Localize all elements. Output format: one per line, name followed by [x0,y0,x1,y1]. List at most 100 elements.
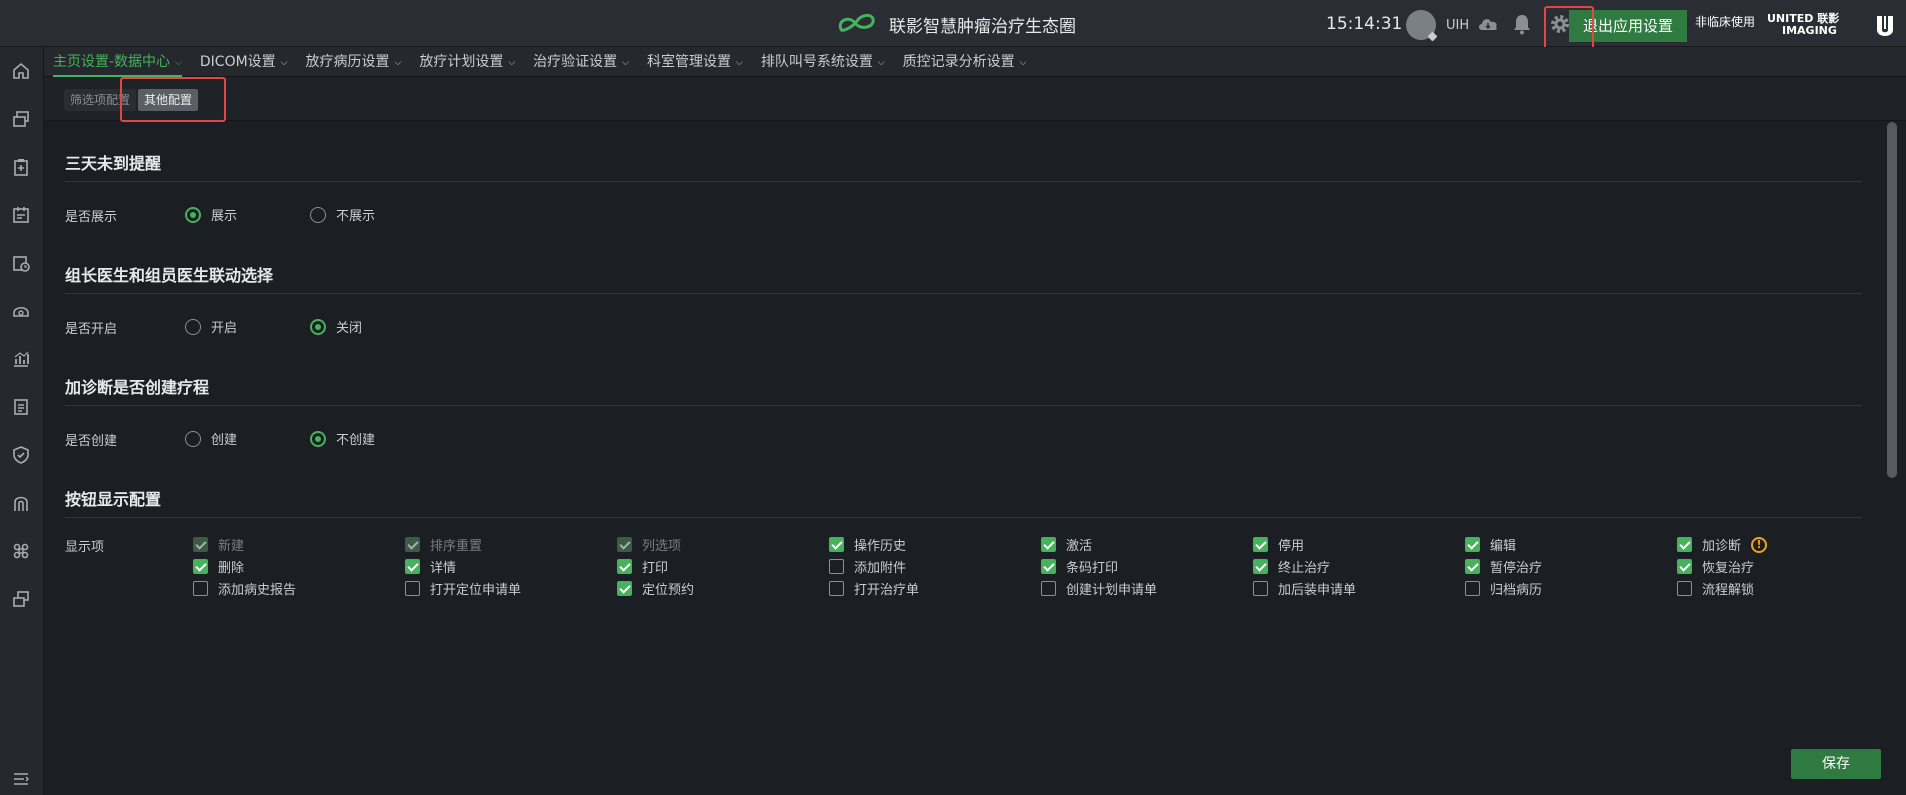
left-sidebar [0,47,44,795]
checkbox-item[interactable]: 打开治疗单 [829,579,919,598]
tab-treatment-plan[interactable]: 放疗计划设置 ⌵ [410,47,524,77]
checkbox-item[interactable]: 详情 [405,557,456,576]
checkbox-item[interactable]: 暂停治疗 [1465,557,1542,576]
checkbox-label: 激活 [1066,539,1093,554]
checkbox-box [1465,537,1480,552]
checkbox-item[interactable]: 操作历史 [829,535,906,554]
radio-show[interactable]: 展示 [185,205,237,224]
checkbox-label: 打开治疗单 [854,583,920,598]
radio-hide[interactable]: 不展示 [310,205,375,224]
checkbox-box [1677,537,1692,552]
checkbox-item[interactable]: 加后装申请单 [1253,579,1356,598]
vendor-logo: UNITED 联影 IMAGING [1767,13,1895,39]
checkbox-box [1465,581,1480,596]
schedule-icon[interactable] [11,253,31,273]
checkbox-label: 创建计划申请单 [1066,583,1158,598]
checkbox-box [1253,581,1268,596]
cloud-icon[interactable] [1477,15,1499,33]
checkbox-item[interactable]: 删除 [193,557,244,576]
checkbox-label: 打开定位申请单 [430,583,522,598]
report-icon[interactable] [11,397,31,417]
checkbox-label: 排序重置 [430,539,483,554]
checkbox-box [405,537,420,552]
checkbox-item[interactable]: 归档病历 [1465,579,1542,598]
field-label-show: 是否展示 [65,210,118,225]
checkbox-item[interactable]: 加诊断! [1677,535,1768,554]
checkbox-label: 新建 [218,539,245,554]
checkbox-item[interactable]: 恢复治疗 [1677,557,1754,576]
checkbox-label: 打印 [642,561,669,576]
checkbox-item[interactable]: 流程解锁 [1677,579,1754,598]
command-icon[interactable] [11,541,31,561]
checkbox-box [617,559,632,574]
tab-queue-system[interactable]: 排队叫号系统设置 ⌵ [752,47,894,77]
linac-icon[interactable] [11,493,31,513]
checkbox-box [193,559,208,574]
chevron-down-icon: ⌵ [175,58,182,68]
divider [65,517,1862,518]
radio-create[interactable]: 创建 [185,429,237,448]
vendor-mark-icon [1877,16,1893,36]
tab-department[interactable]: 科室管理设置 ⌵ [638,47,752,77]
home-icon[interactable] [11,61,31,81]
checkbox-label: 归档病历 [1490,583,1543,598]
tab-qc-analysis[interactable]: 质控记录分析设置 ⌵ [894,47,1036,77]
checkbox-label: 加诊断 [1702,539,1742,554]
checkbox-item[interactable]: 激活 [1041,535,1092,554]
checkbox-box [405,559,420,574]
checkbox-box [1041,537,1056,552]
analytics-icon[interactable] [11,349,31,369]
copy-icon[interactable] [11,109,31,129]
checkbox-item[interactable]: 编辑 [1465,535,1516,554]
checkbox-box [1041,559,1056,574]
chevron-down-icon: ⌵ [877,58,885,68]
checkbox-item[interactable]: 添加病史报告 [193,579,296,598]
section-title-buttons: 按钮显示配置 [65,490,162,509]
menu-expand-icon[interactable] [11,769,31,789]
divider [65,293,1862,294]
checkbox-label: 恢复治疗 [1702,561,1755,576]
save-button[interactable]: 保存 [1791,749,1881,779]
checkbox-box [405,581,420,596]
windows-icon[interactable] [11,589,31,609]
bell-icon[interactable] [1512,13,1532,35]
chevron-down-icon: ⌵ [622,58,629,68]
avatar-menu-indicator-icon [1427,31,1438,42]
warning-icon[interactable]: ! [1751,536,1768,553]
checkbox-label: 添加病史报告 [218,583,297,598]
tab-medical-record[interactable]: 放疗病历设置 ⌵ [297,47,411,77]
medical-kit-icon[interactable] [11,157,31,177]
checkbox-item[interactable]: 定位预约 [617,579,694,598]
checkbox-item[interactable]: 创建计划申请单 [1041,579,1157,598]
scrollbar-thumb[interactable] [1887,122,1897,478]
field-label-display-items: 显示项 [65,540,105,555]
settings-nav: 主页设置-数据中心 ⌵ DICOM设置 ⌵ 放疗病历设置 ⌵ 放疗计划设置 ⌵ 治疗验证… [44,47,1906,77]
checkbox-item[interactable]: 条码打印 [1041,557,1118,576]
checkbox-item[interactable]: 打开定位申请单 [405,579,521,598]
calendar-icon[interactable] [11,205,31,225]
checkbox-box [1677,581,1692,596]
chevron-down-icon: ⌵ [736,58,743,68]
tab-treatment-verification[interactable]: 治疗验证设置 ⌵ [524,47,638,77]
checkbox-box [1253,559,1268,574]
radio-enable[interactable]: 开启 [185,317,237,336]
helmet-icon[interactable] [11,301,31,321]
tab-dicom[interactable]: DICOM设置 ⌵ [191,47,297,77]
checkbox-item: 新建 [193,535,244,554]
checkbox-box [1041,581,1056,596]
checkbox-label: 条码打印 [1066,561,1119,576]
app-brand: 联影智慧肿瘤治疗生态圈 [835,10,1076,38]
tab-home-data-center[interactable]: 主页设置-数据中心 ⌵ [44,47,191,77]
username[interactable]: UIH [1446,18,1469,33]
checkbox-item[interactable]: 添加附件 [829,557,906,576]
radio-disable[interactable]: 关闭 [310,317,362,336]
checkbox-item[interactable]: 打印 [617,557,668,576]
checkbox-box [1465,559,1480,574]
checkbox-item[interactable]: 终止治疗 [1253,557,1330,576]
radio-no-create[interactable]: 不创建 [310,429,375,448]
checkbox-box [829,537,844,552]
checkbox-box [193,537,208,552]
shield-icon[interactable] [11,445,31,465]
checkbox-label: 定位预约 [642,583,695,598]
checkbox-item[interactable]: 停用 [1253,535,1304,554]
